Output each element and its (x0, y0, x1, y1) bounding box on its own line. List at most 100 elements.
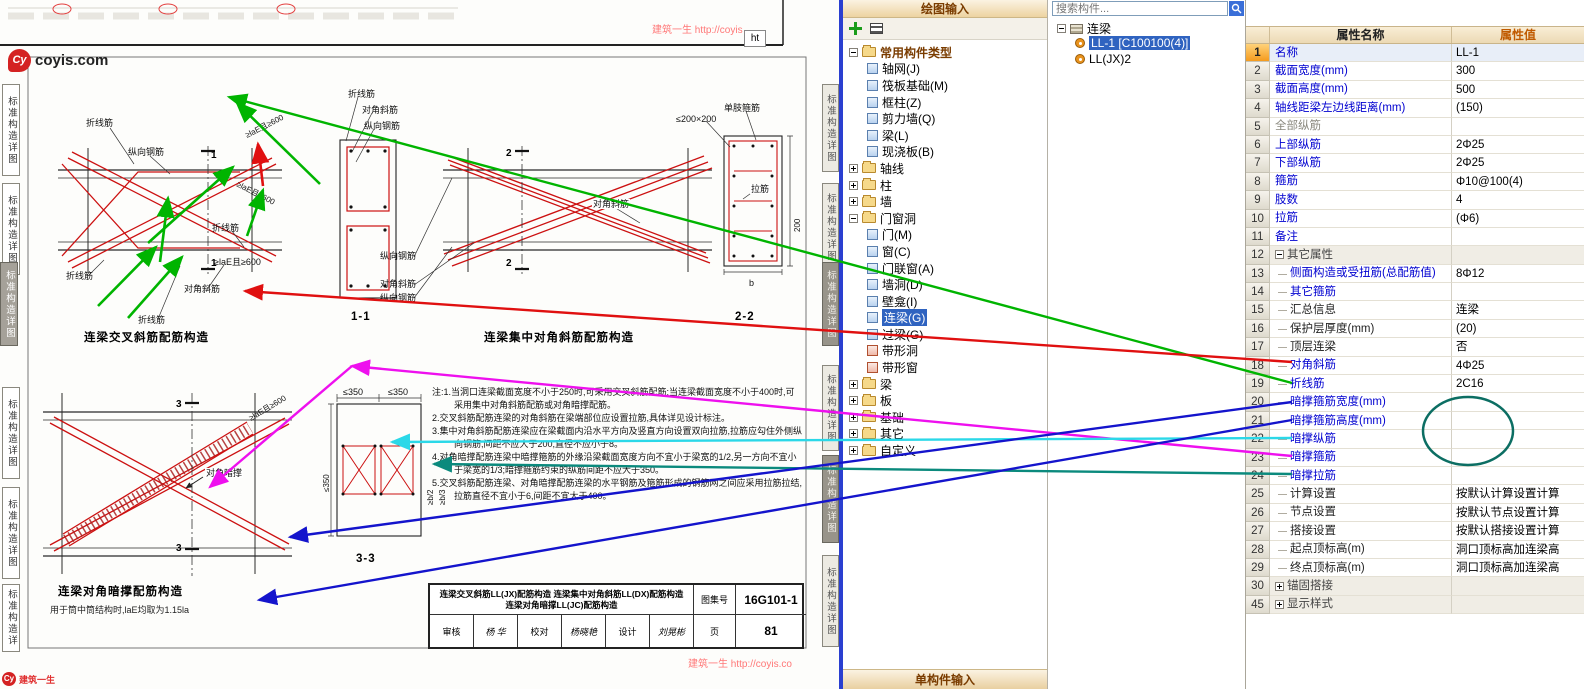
tree-item-common-types[interactable]: 常用构件类型 (843, 44, 1047, 61)
tree-item-custom[interactable]: 自定义 (843, 442, 1047, 459)
search-input[interactable] (1052, 1, 1228, 16)
row-number[interactable]: 26 (1246, 503, 1270, 523)
property-value[interactable]: Φ10@100(4) (1452, 173, 1584, 192)
property-value[interactable]: 按默认节点设置计算 (1452, 504, 1584, 523)
row-number[interactable]: 30 (1246, 577, 1270, 596)
tree-item-door[interactable]: 门(M) (843, 227, 1047, 244)
tree-item-lintel[interactable]: 过梁(G) (843, 326, 1047, 343)
property-value[interactable]: (150) (1452, 99, 1584, 118)
property-value[interactable] (1452, 118, 1584, 136)
tree-item-cast-slab[interactable]: 现浇板(B) (843, 144, 1047, 161)
row-number[interactable]: 15 (1246, 301, 1270, 320)
row-number[interactable]: 27 (1246, 522, 1270, 541)
tree-item-foundation[interactable]: 基础 (843, 409, 1047, 426)
row-number[interactable]: 20 (1246, 393, 1270, 412)
row-number[interactable]: 9 (1246, 191, 1270, 210)
row-number[interactable]: 6 (1246, 135, 1270, 155)
collapse-icon[interactable] (849, 213, 858, 223)
property-value[interactable] (1452, 430, 1584, 449)
property-value[interactable] (1452, 412, 1584, 431)
single-component-input-bar[interactable]: 单构件输入 (843, 669, 1047, 689)
tree-item-wall[interactable]: 墙 (843, 193, 1047, 210)
property-value[interactable]: 否 (1452, 338, 1584, 357)
tree-item-frame-column[interactable]: 框柱(Z) (843, 94, 1047, 111)
row-number[interactable]: 5 (1246, 117, 1270, 136)
property-value[interactable] (1452, 467, 1584, 486)
tree-item-axis[interactable]: 轴线 (843, 160, 1047, 177)
layers-icon[interactable] (870, 23, 883, 34)
row-number[interactable]: 24 (1246, 466, 1270, 486)
tree-item-coupling-beam[interactable]: 连梁(G) (843, 309, 1047, 327)
property-value[interactable]: 连梁 (1452, 301, 1584, 320)
tree-item-wall-hole[interactable]: 墙洞(D) (843, 276, 1047, 293)
row-number[interactable]: 23 (1246, 448, 1270, 467)
property-value[interactable]: 300 (1452, 62, 1584, 81)
expand-icon[interactable] (849, 412, 858, 422)
property-value[interactable]: 按默认计算设置计算 (1452, 485, 1584, 504)
drawing-input-header[interactable]: 绘图输入 (843, 0, 1047, 18)
property-value[interactable]: 4 (1452, 191, 1584, 210)
tree-item-window[interactable]: 窗(C) (843, 243, 1047, 260)
tree-item-strip-window[interactable]: 带形窗 (843, 359, 1047, 376)
row-number[interactable]: 29 (1246, 558, 1270, 578)
property-value[interactable] (1452, 283, 1584, 302)
row-number[interactable]: 18 (1246, 356, 1270, 376)
expand-icon[interactable] (849, 197, 858, 207)
row-number[interactable]: 28 (1246, 540, 1270, 559)
component-item-lljx2[interactable]: LL(JX)2 (1075, 52, 1131, 66)
row-number[interactable]: 3 (1246, 80, 1270, 100)
row-number[interactable]: 25 (1246, 485, 1270, 504)
tree-item-other[interactable]: 其它 (843, 426, 1047, 443)
property-value[interactable] (1452, 449, 1584, 467)
row-number[interactable]: 4 (1246, 99, 1270, 118)
property-value[interactable]: (20) (1452, 320, 1584, 339)
row-number[interactable]: 21 (1246, 411, 1270, 431)
row-number[interactable]: 8 (1246, 172, 1270, 192)
row-number[interactable]: 45 (1246, 595, 1270, 615)
row-number[interactable]: 1 (1246, 44, 1270, 63)
row-number[interactable]: 19 (1246, 375, 1270, 394)
tree-item-beam[interactable]: 梁 (843, 376, 1047, 393)
property-value[interactable]: 2C16 (1452, 375, 1584, 394)
row-number[interactable]: 2 (1246, 62, 1270, 81)
collapse-icon[interactable] (849, 47, 858, 57)
search-button[interactable] (1229, 1, 1244, 16)
tree-item-column[interactable]: 柱 (843, 177, 1047, 194)
tree-item-beam-l[interactable]: 梁(L) (843, 127, 1047, 144)
tree-item-raft-foundation[interactable]: 筏板基础(M) (843, 77, 1047, 94)
row-number[interactable]: 10 (1246, 209, 1270, 228)
tree-item-slab[interactable]: 板 (843, 392, 1047, 409)
row-number[interactable]: 7 (1246, 154, 1270, 173)
property-value[interactable]: 8Φ12 (1452, 265, 1584, 284)
property-value[interactable]: 2Φ25 (1452, 154, 1584, 173)
row-number[interactable]: 22 (1246, 430, 1270, 449)
collapse-icon[interactable] (1275, 250, 1284, 260)
expand-icon[interactable] (849, 180, 858, 190)
expand-icon[interactable] (849, 429, 858, 439)
expand-icon[interactable] (849, 446, 858, 456)
property-value[interactable]: 洞口顶标高加连梁高 (1452, 541, 1584, 559)
window-divider[interactable] (839, 0, 843, 689)
row-number[interactable]: 16 (1246, 319, 1270, 339)
row-number[interactable]: 14 (1246, 283, 1270, 302)
add-icon[interactable] (849, 22, 862, 35)
row-number[interactable]: 12 (1246, 246, 1270, 265)
expand-icon[interactable] (849, 163, 858, 173)
expand-icon[interactable] (849, 379, 858, 389)
property-value[interactable]: (Φ6) (1452, 210, 1584, 228)
tree-item-door-window[interactable]: 门联窗(A) (843, 260, 1047, 277)
property-value[interactable] (1452, 393, 1584, 412)
tree-item-niche[interactable]: 壁龛(I) (843, 293, 1047, 310)
component-group-coupling-beam[interactable]: 连梁 (1057, 20, 1111, 37)
row-number[interactable]: 17 (1246, 338, 1270, 357)
tree-item-openings[interactable]: 门窗洞 (843, 210, 1047, 227)
tree-item-strip-hole[interactable]: 带形洞 (843, 343, 1047, 360)
property-value[interactable] (1452, 228, 1584, 247)
property-value[interactable]: 2Φ25 (1452, 136, 1584, 155)
row-number[interactable]: 11 (1246, 227, 1270, 247)
tree-item-axis-grid[interactable]: 轴网(J) (843, 61, 1047, 78)
row-number[interactable]: 13 (1246, 264, 1270, 284)
property-value[interactable]: LL-1 (1452, 44, 1584, 63)
expand-icon[interactable] (849, 396, 858, 406)
expand-icon[interactable] (1275, 599, 1284, 609)
